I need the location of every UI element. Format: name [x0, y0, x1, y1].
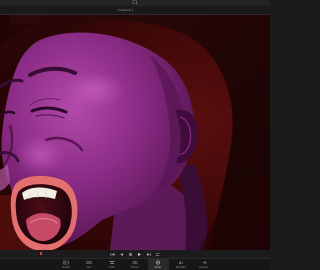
media-icon: [63, 260, 69, 265]
fusion-icon: [132, 260, 138, 265]
tab-label: Edit: [109, 266, 115, 269]
tab-cut[interactable]: Cut: [79, 259, 100, 270]
deliver-icon: [201, 260, 207, 265]
page-navigation-bar: Media Cut Edit Fusion Color Fairlight De…: [0, 258, 270, 270]
tab-fairlight[interactable]: Fairlight: [171, 259, 192, 270]
tab-label: Cut: [86, 266, 92, 269]
tab-label: Fusion: [130, 266, 140, 269]
tab-label: Color: [154, 266, 162, 269]
tab-label: Fairlight: [175, 266, 187, 269]
stop-icon[interactable]: [128, 252, 133, 257]
cut-icon: [86, 260, 92, 265]
video-viewer[interactable]: [0, 15, 270, 250]
tab-media[interactable]: Media: [56, 259, 77, 270]
tab-deliver[interactable]: Deliver: [194, 259, 215, 270]
tab-label: Media: [62, 266, 70, 269]
tab-label: Deliver: [199, 266, 209, 269]
step-back-icon[interactable]: [119, 252, 124, 257]
skip-to-start-icon[interactable]: [110, 252, 115, 257]
play-icon[interactable]: [137, 252, 142, 257]
color-icon: [155, 260, 161, 265]
loop-icon[interactable]: [155, 252, 160, 257]
viewer-header: Timeline 1: [0, 6, 270, 15]
edit-icon: [109, 260, 115, 265]
viewer-frame-image: [0, 15, 270, 250]
timeline-name[interactable]: Timeline 1: [118, 8, 134, 12]
tab-color[interactable]: Color: [147, 259, 169, 270]
tab-edit[interactable]: Edit: [102, 259, 123, 270]
playhead-marker[interactable]: [40, 252, 42, 255]
fairlight-icon: [178, 260, 184, 265]
tab-fusion[interactable]: Fusion: [125, 259, 146, 270]
step-forward-icon[interactable]: [146, 252, 151, 257]
